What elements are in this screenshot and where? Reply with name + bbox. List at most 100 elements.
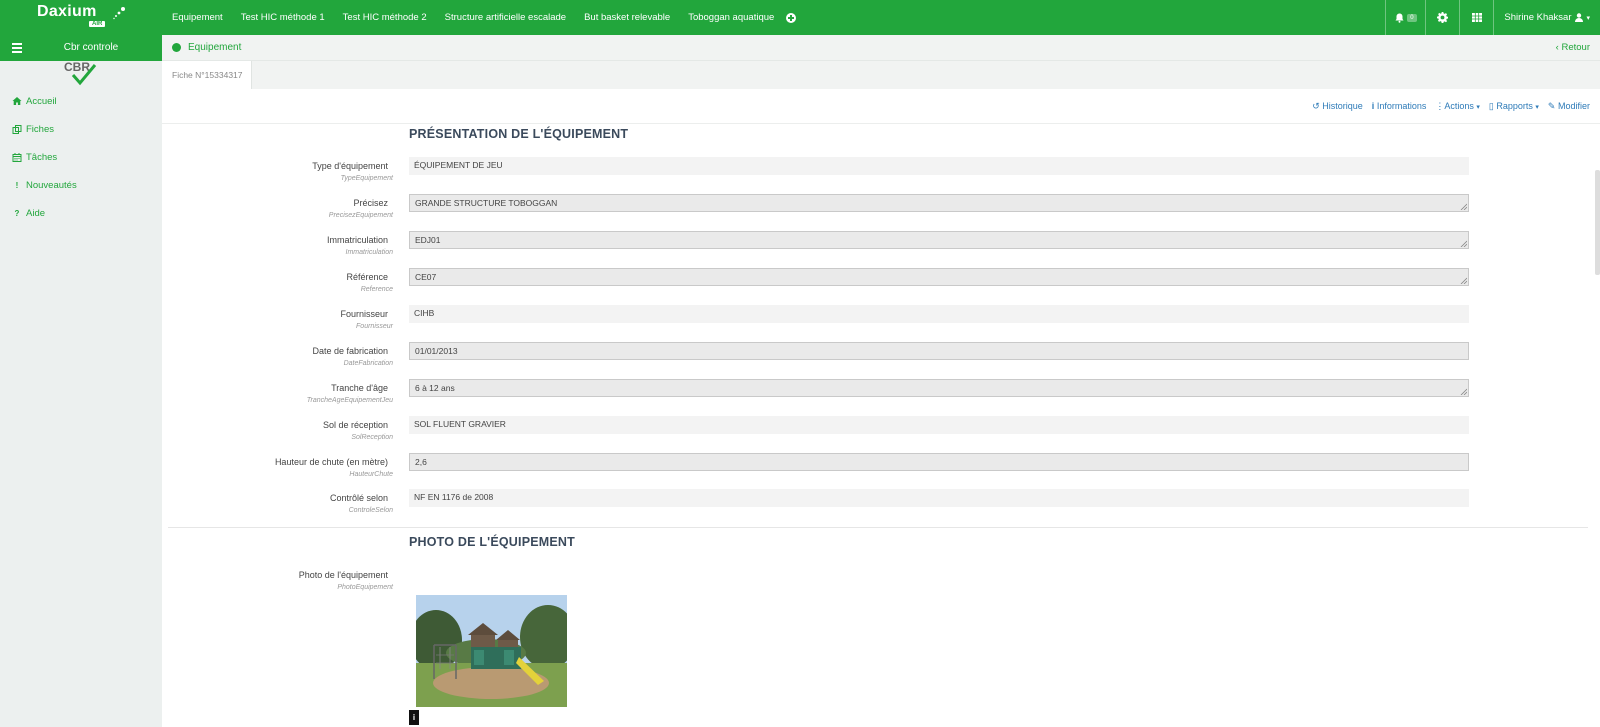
file-icon: ▯ bbox=[1488, 101, 1494, 111]
sol-reception-value: SOL FLUENT GRAVIER bbox=[409, 416, 1469, 434]
sidebar-item-label: Tâches bbox=[26, 151, 58, 163]
vertical-dots-icon: ⋮ bbox=[1435, 101, 1445, 111]
tab-fiche[interactable]: Fiche N°15334317 bbox=[162, 61, 252, 89]
reference-value: CE07 bbox=[415, 272, 437, 282]
rapports-label: Rapports bbox=[1496, 101, 1533, 111]
field-sublabel: Immatriculation bbox=[345, 249, 393, 256]
home-icon bbox=[12, 97, 22, 105]
field-label: Photo de l'équipement bbox=[298, 570, 388, 580]
gear-icon bbox=[1437, 12, 1449, 23]
logo-badge: AIR bbox=[89, 21, 106, 27]
question-icon: ? bbox=[14, 208, 20, 218]
nav-test-hic-1[interactable]: Test HIC méthode 1 bbox=[232, 12, 334, 23]
historique-link[interactable]: ↺ Historique bbox=[1312, 101, 1363, 112]
main-content: Equipement ‹ Retour Fiche N°15334317 ↺ H… bbox=[162, 35, 1600, 727]
nav-equipement[interactable]: Equipement bbox=[163, 12, 232, 23]
sidebar-menu: Accueil Fiches Tâches ! Nouveautés ? Aid… bbox=[0, 87, 162, 227]
nav-toboggan-aquatique[interactable]: Toboggan aquatique bbox=[679, 12, 783, 23]
top-right-tools: 0 Shirine Khaksar ▾ bbox=[1385, 0, 1600, 35]
precisez-field[interactable]: GRANDE STRUCTURE TOBOGGAN bbox=[409, 194, 1469, 212]
pencil-icon: ✎ bbox=[1547, 101, 1556, 111]
field-sublabel: ControleSelon bbox=[348, 507, 393, 514]
actions-dropdown[interactable]: ⋮Actions ▾ bbox=[1435, 101, 1480, 112]
user-icon bbox=[1575, 13, 1584, 22]
chevron-down-icon: ▾ bbox=[1586, 14, 1590, 22]
caret-down-icon: ▾ bbox=[1476, 104, 1480, 111]
company-name: Cbr controle bbox=[63, 42, 119, 53]
reference-field[interactable]: CE07 bbox=[409, 268, 1469, 286]
back-label: Retour bbox=[1561, 42, 1590, 53]
nav-test-hic-2[interactable]: Test HIC méthode 2 bbox=[334, 12, 436, 23]
nav-structure-escalade[interactable]: Structure artificielle escalade bbox=[436, 12, 575, 23]
field-label: Type d'équipement bbox=[312, 161, 388, 171]
tranche-age-field[interactable]: 6 à 12 ans bbox=[409, 379, 1469, 397]
globe-icon bbox=[172, 43, 181, 52]
field-sublabel: PhotoEquipement bbox=[337, 584, 393, 591]
tranche-age-value: 6 à 12 ans bbox=[415, 383, 455, 393]
field-label: Contrôlé selon bbox=[329, 493, 388, 503]
page-title: Equipement bbox=[188, 42, 242, 53]
field-sublabel: Fournisseur bbox=[356, 323, 393, 330]
logo-dots-icon bbox=[113, 7, 125, 20]
resize-handle-icon[interactable] bbox=[1460, 277, 1467, 284]
field-label: Précisez bbox=[353, 198, 388, 208]
photo-info-icon[interactable]: i bbox=[409, 710, 419, 725]
copy-icon bbox=[12, 124, 22, 134]
rapports-dropdown[interactable]: ▯ Rapports ▾ bbox=[1489, 101, 1539, 112]
nav-but-basket[interactable]: But basket relevable bbox=[575, 12, 679, 23]
user-menu[interactable]: Shirine Khaksar ▾ bbox=[1493, 0, 1600, 35]
top-navigation: Equipement Test HIC méthode 1 Test HIC m… bbox=[163, 0, 797, 35]
add-plus-icon[interactable] bbox=[786, 12, 797, 23]
field-label: Immatriculation bbox=[326, 235, 388, 245]
sidebar-item-label: Nouveautés bbox=[26, 179, 77, 191]
historique-label: Historique bbox=[1322, 101, 1363, 111]
apps-button[interactable] bbox=[1459, 0, 1493, 35]
actions-label: Actions bbox=[1444, 101, 1474, 111]
field-label: Fournisseur bbox=[340, 309, 388, 319]
calendar-icon bbox=[12, 152, 22, 162]
playground-photo-image bbox=[416, 595, 567, 707]
immatriculation-value: EDJ01 bbox=[415, 235, 441, 245]
immatriculation-field[interactable]: EDJ01 bbox=[409, 231, 1469, 249]
field-label: Référence bbox=[346, 272, 388, 282]
app-logo[interactable]: Daxium AIR bbox=[0, 0, 162, 35]
sidebar-item-nouveautes[interactable]: ! Nouveautés bbox=[0, 171, 162, 199]
resize-handle-icon[interactable] bbox=[1460, 203, 1467, 210]
sidebar-item-label: Accueil bbox=[26, 95, 57, 107]
controle-selon-value: NF EN 1176 de 2008 bbox=[409, 489, 1469, 507]
date-fabrication-field[interactable]: 01/01/2013 bbox=[409, 342, 1469, 360]
back-link[interactable]: ‹ Retour bbox=[1556, 42, 1590, 53]
record-tabs: Fiche N°15334317 bbox=[162, 61, 1600, 89]
field-sublabel: DateFabrication bbox=[343, 360, 393, 367]
user-name: Shirine Khaksar bbox=[1504, 12, 1572, 23]
bell-icon bbox=[1395, 13, 1404, 23]
informations-link[interactable]: i Informations bbox=[1372, 101, 1427, 112]
sidebar-item-label: Fiches bbox=[26, 123, 54, 135]
sidebar-item-accueil[interactable]: Accueil bbox=[0, 87, 162, 115]
resize-handle-icon[interactable] bbox=[1460, 388, 1467, 395]
history-icon: ↺ bbox=[1312, 101, 1320, 111]
sidebar-item-fiches[interactable]: Fiches bbox=[0, 115, 162, 143]
equipment-photo[interactable] bbox=[416, 595, 567, 707]
caret-down-icon: ▾ bbox=[1535, 104, 1539, 111]
field-sublabel: TypeEquipement bbox=[340, 175, 393, 182]
info-icon: i bbox=[1371, 101, 1375, 111]
field-label: Sol de réception bbox=[322, 420, 388, 430]
field-label: Date de fabrication bbox=[312, 346, 388, 356]
notifications-button[interactable]: 0 bbox=[1385, 0, 1425, 35]
modifier-button[interactable]: ✎ Modifier bbox=[1548, 101, 1590, 112]
sidebar-header: Cbr controle bbox=[0, 35, 162, 61]
settings-button[interactable] bbox=[1425, 0, 1459, 35]
resize-handle-icon[interactable] bbox=[1460, 240, 1467, 247]
section-divider bbox=[168, 527, 1588, 528]
hauteur-chute-field[interactable]: 2,6 bbox=[409, 453, 1469, 471]
field-sublabel: TrancheAgeEquipementJeu bbox=[306, 397, 393, 404]
sidebar-item-taches[interactable]: Tâches bbox=[0, 143, 162, 171]
scrollbar[interactable] bbox=[1595, 170, 1600, 275]
notification-count-badge: 0 bbox=[1407, 13, 1417, 22]
record-actions: ↺ Historique i Informations ⋮Actions ▾ ▯… bbox=[1312, 101, 1590, 112]
breadcrumb: Equipement ‹ Retour bbox=[162, 35, 1600, 61]
sidebar-item-aide[interactable]: ? Aide bbox=[0, 199, 162, 227]
cbr-logo-text: CBR bbox=[64, 60, 90, 74]
field-label: Hauteur de chute (en mètre) bbox=[274, 457, 388, 467]
